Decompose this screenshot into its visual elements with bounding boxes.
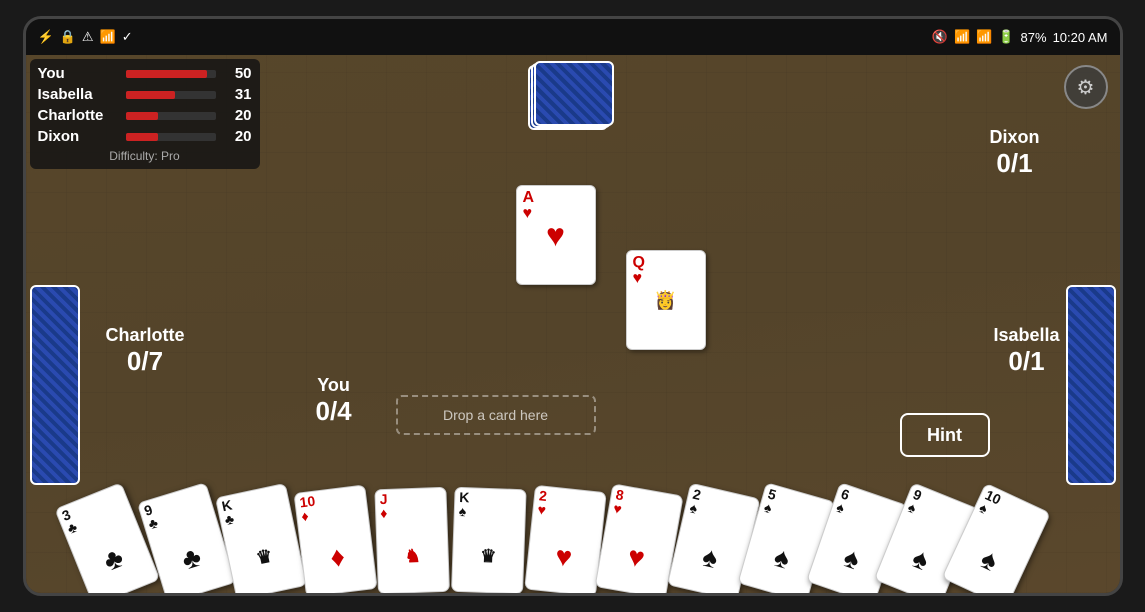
dixon-label: Dixon 0/1 bbox=[989, 127, 1039, 179]
you-score: 0/4 bbox=[316, 396, 352, 427]
you-label: You 0/4 bbox=[316, 375, 352, 427]
difficulty-label: Difficulty: Pro bbox=[38, 149, 252, 163]
hand-card-3[interactable]: 10♦ ♦ bbox=[293, 484, 377, 593]
card-rank-4: J♦ bbox=[375, 488, 446, 522]
score-bar-dixon bbox=[126, 133, 158, 141]
score-name-dixon: Dixon bbox=[38, 128, 118, 145]
wifi-icon: 📶 bbox=[100, 29, 116, 45]
charlotte-score: 0/7 bbox=[106, 346, 185, 377]
mute-icon: 🔇 bbox=[932, 29, 948, 45]
score-val-you: 50 bbox=[224, 65, 252, 82]
status-icons-left: ⚡ 🔒 ⚠ 📶 ✓ bbox=[38, 29, 133, 45]
hint-button[interactable]: Hint bbox=[900, 413, 990, 457]
battery-icon: 🔋 bbox=[998, 29, 1014, 45]
card-suit-2: ♛ bbox=[222, 515, 305, 593]
card-suit-7: ♥ bbox=[595, 516, 676, 593]
queen-center: 👸 bbox=[650, 286, 680, 315]
usb-icon: ⚡ bbox=[38, 29, 54, 45]
deck-card-1 bbox=[534, 61, 614, 126]
side-deck-left bbox=[30, 285, 80, 485]
table-card-queen: Q♥ 👸 bbox=[626, 250, 706, 350]
hint-label: Hint bbox=[927, 425, 962, 446]
score-name-you: You bbox=[38, 65, 118, 82]
ace-rank-top: A♥ bbox=[523, 190, 535, 222]
you-name: You bbox=[316, 375, 352, 396]
score-val-isabella: 31 bbox=[224, 86, 252, 103]
score-bar-isabella bbox=[126, 91, 176, 99]
score-bar-wrap-isabella bbox=[126, 91, 216, 99]
drop-zone-label: Drop a card here bbox=[443, 407, 548, 423]
lock-icon: 🔒 bbox=[60, 29, 76, 45]
score-bar-you bbox=[126, 70, 207, 78]
queen-rank-top: Q♥ bbox=[633, 255, 645, 287]
dixon-name: Dixon bbox=[989, 127, 1039, 148]
settings-button[interactable]: ⚙ bbox=[1064, 65, 1108, 109]
card-suit-5: ♛ bbox=[452, 520, 524, 593]
deck-top[interactable] bbox=[528, 65, 618, 135]
charlotte-name: Charlotte bbox=[106, 325, 185, 346]
hand-card-4[interactable]: J♦ ♞ bbox=[374, 487, 450, 593]
score-val-charlotte: 20 bbox=[224, 107, 252, 124]
status-bar: ⚡ 🔒 ⚠ 📶 ✓ 🔇 📶 📶 🔋 87% 10:20 AM bbox=[26, 19, 1120, 55]
status-icons-right: 🔇 📶 📶 🔋 87% 10:20 AM bbox=[932, 29, 1108, 45]
card-rank-5: K♠ bbox=[454, 488, 525, 522]
alert-icon: ⚠ bbox=[82, 29, 94, 45]
score-row-charlotte: Charlotte 20 bbox=[38, 107, 252, 124]
card-suit-6: ♥ bbox=[525, 518, 602, 593]
isabella-label: Isabella 0/1 bbox=[993, 325, 1059, 377]
wifi-signal-icon: 📶 bbox=[954, 29, 970, 45]
phone-frame: ⚡ 🔒 ⚠ 📶 ✓ 🔇 📶 📶 🔋 87% 10:20 AM You 50 bbox=[23, 16, 1123, 596]
score-name-charlotte: Charlotte bbox=[38, 107, 118, 124]
hand-card-5[interactable]: K♠ ♛ bbox=[451, 487, 527, 593]
score-panel: You 50 Isabella 31 Charlotte 20 bbox=[30, 59, 260, 169]
isabella-name: Isabella bbox=[993, 325, 1059, 346]
score-name-isabella: Isabella bbox=[38, 86, 118, 103]
side-deck-right bbox=[1066, 285, 1116, 485]
score-row-isabella: Isabella 31 bbox=[38, 86, 252, 103]
hand-card-0[interactable]: 3♣ ♣ bbox=[54, 482, 160, 593]
game-area: You 50 Isabella 31 Charlotte 20 bbox=[26, 55, 1120, 593]
score-bar-wrap-charlotte bbox=[126, 112, 216, 120]
ace-center: ♥ bbox=[546, 219, 565, 251]
score-val-dixon: 20 bbox=[224, 128, 252, 145]
settings-icon: ⚙ bbox=[1077, 75, 1095, 100]
drop-zone[interactable]: Drop a card here bbox=[396, 395, 596, 435]
score-bar-wrap-dixon bbox=[126, 133, 216, 141]
score-bar-charlotte bbox=[126, 112, 158, 120]
dixon-score: 0/1 bbox=[989, 148, 1039, 179]
card-suit-4: ♞ bbox=[376, 520, 448, 593]
battery-percent: 87% bbox=[1021, 30, 1047, 45]
time-display: 10:20 AM bbox=[1053, 30, 1108, 45]
charlotte-label: Charlotte 0/7 bbox=[106, 325, 185, 377]
isabella-score: 0/1 bbox=[993, 346, 1059, 377]
signal-bars-icon: 📶 bbox=[976, 29, 992, 45]
score-row-dixon: Dixon 20 bbox=[38, 128, 252, 145]
hand-area: 3♣ ♣ 9♣ ♣ K♣ ♛ 10♦ ♦ J♦ ♞ bbox=[26, 473, 1120, 593]
hand-card-6[interactable]: 2♥ ♥ bbox=[524, 485, 607, 593]
check-icon: ✓ bbox=[122, 29, 133, 45]
table-card-ace: A♥ ♥ bbox=[516, 185, 596, 285]
score-bar-wrap-you bbox=[126, 70, 216, 78]
score-row-you: You 50 bbox=[38, 65, 252, 82]
card-suit-3: ♦ bbox=[298, 517, 376, 593]
